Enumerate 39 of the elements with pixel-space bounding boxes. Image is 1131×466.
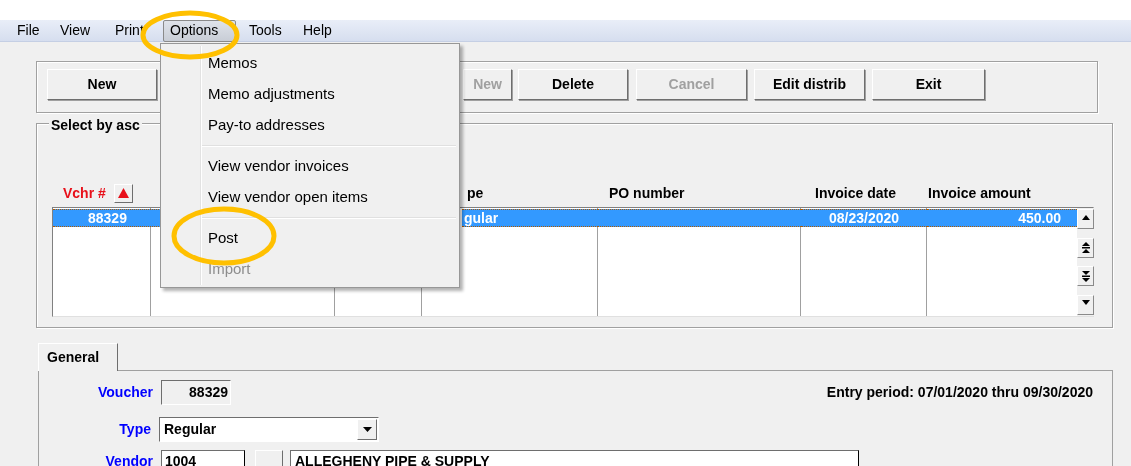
menu-item[interactable]: Memos: [161, 48, 459, 79]
voucher-field[interactable]: 88329: [161, 380, 231, 405]
triangle-up-icon: [117, 188, 129, 198]
toolbar-button[interactable]: Edit distrib: [754, 69, 865, 100]
toolbar-button[interactable]: Delete: [518, 69, 628, 100]
menu-item[interactable]: View vendor open items: [161, 182, 459, 213]
menu-item[interactable]: Pay-to addresses: [161, 110, 459, 141]
menu-item[interactable]: Memo adjustments: [161, 79, 459, 110]
tab[interactable]: General: [38, 343, 118, 371]
column-header: Invoice date: [815, 183, 896, 203]
column-header: PO number: [609, 183, 685, 203]
field-label: Type: [118, 420, 152, 439]
field-label: Vendor: [104, 451, 154, 466]
scroll-down-button[interactable]: [1077, 294, 1094, 315]
column-header: Vchr #: [63, 183, 106, 203]
menu-item[interactable]: Tools: [242, 19, 296, 42]
caret-down-icon: [362, 427, 372, 432]
toolbar-button[interactable]: Exit: [872, 69, 985, 100]
menu-item[interactable]: View vendor invoices: [161, 151, 459, 182]
column-header: pe: [467, 183, 484, 203]
type-dropdown[interactable]: Regular: [159, 417, 379, 442]
lookup-button[interactable]: [255, 450, 283, 466]
menu-item[interactable]: Post: [161, 223, 459, 254]
menu-item[interactable]: View: [53, 19, 108, 42]
field-label: Voucher: [97, 383, 154, 402]
scroll-up-button[interactable]: [1077, 209, 1094, 229]
vendor-name-field[interactable]: ALLEGHENY PIPE & SUPPLY: [290, 450, 859, 466]
sort-button[interactable]: [113, 183, 133, 203]
entry-period-text: Entry period: 07/01/2020 thru 09/30/2020: [826, 383, 1093, 402]
vendor-field[interactable]: 1004: [161, 450, 245, 466]
column-header: Invoice amount: [928, 183, 1031, 203]
double-arrow-up-icon: [1081, 242, 1090, 254]
toolbar-button[interactable]: New: [47, 69, 157, 100]
menu-item[interactable]: File: [10, 19, 53, 42]
double-arrow-down-icon: [1081, 270, 1090, 282]
menu-item[interactable]: Help: [296, 19, 346, 42]
dropdown-button[interactable]: [357, 419, 377, 440]
page-up-button[interactable]: [1077, 237, 1094, 258]
page-down-button[interactable]: [1077, 266, 1094, 287]
